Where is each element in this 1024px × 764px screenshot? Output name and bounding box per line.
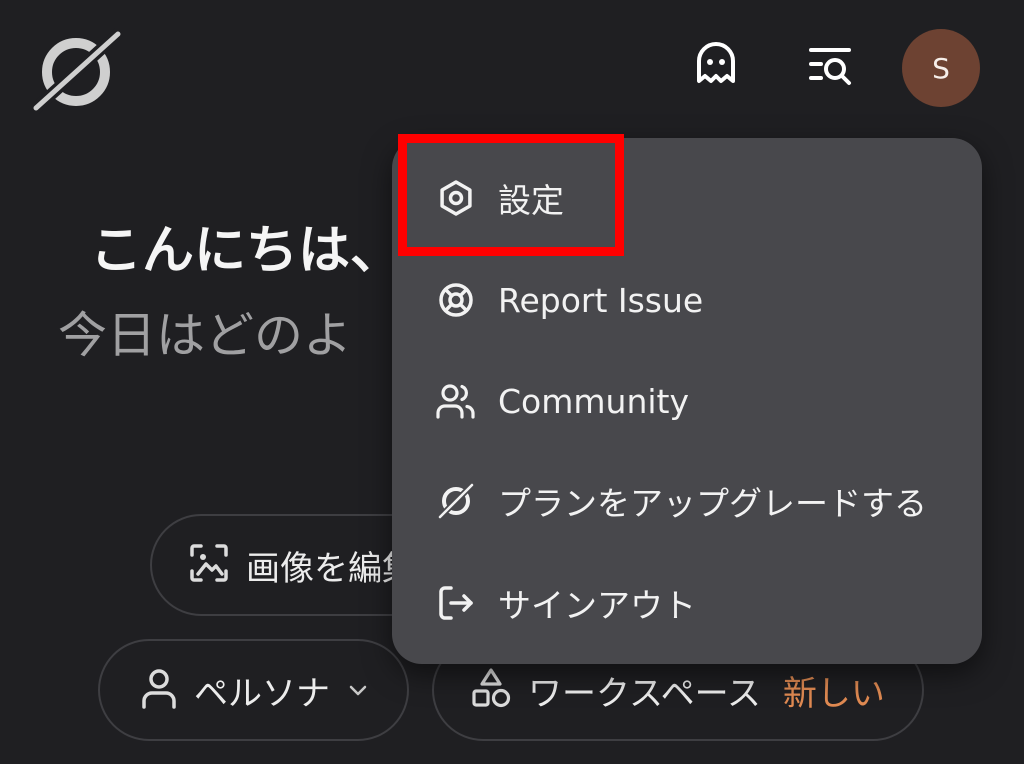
menu-item-report-issue[interactable]: Report Issue xyxy=(392,260,982,340)
users-icon xyxy=(436,381,476,421)
avatar-initial: S xyxy=(932,51,950,85)
menu-item-community[interactable]: Community xyxy=(392,361,982,441)
app-window: S こんにちは、 今日はどのよ 画像を編集 ペルソナ ワークスペース 新しい 設… xyxy=(0,0,1024,764)
menu-item-label: Report Issue xyxy=(498,280,704,320)
persona-label: ペルソナ xyxy=(194,673,330,714)
menu-item-upgrade-plan[interactable]: プランをアップグレードする xyxy=(392,461,982,541)
chevron-down-icon xyxy=(348,683,368,697)
history-search-button[interactable] xyxy=(802,38,858,94)
workspace-label: ワークスペース xyxy=(528,673,761,714)
menu-item-label: 設定 xyxy=(498,181,564,220)
greeting-subtitle: 今日はどのよ xyxy=(58,307,353,364)
menu-item-label: サインアウト xyxy=(498,586,696,625)
account-menu: 設定 Report Issue Community プランをアップグレードする … xyxy=(392,138,982,664)
menu-item-sign-out[interactable]: サインアウト xyxy=(392,563,982,643)
perplexity-logo-icon xyxy=(436,481,476,521)
logo-icon[interactable] xyxy=(28,26,126,116)
edit-image-label: 画像を編集 xyxy=(246,548,416,589)
person-icon xyxy=(140,667,178,713)
avatar[interactable]: S xyxy=(902,29,980,107)
menu-item-settings[interactable]: 設定 xyxy=(392,158,982,238)
menu-item-label: プランをアップグレードする xyxy=(498,484,927,523)
shapes-icon xyxy=(470,667,512,713)
ghost-icon xyxy=(693,41,739,91)
sign-out-icon xyxy=(436,583,476,623)
greeting-title: こんにちは、 xyxy=(90,221,403,281)
list-search-icon xyxy=(807,41,853,91)
ghost-button[interactable] xyxy=(688,38,744,94)
persona-dropdown[interactable]: ペルソナ xyxy=(98,639,409,741)
lifebuoy-icon xyxy=(436,280,476,320)
new-badge: 新しい xyxy=(782,673,885,714)
image-scan-icon xyxy=(188,542,230,588)
menu-item-label: Community xyxy=(498,381,689,421)
gear-icon xyxy=(436,178,476,218)
